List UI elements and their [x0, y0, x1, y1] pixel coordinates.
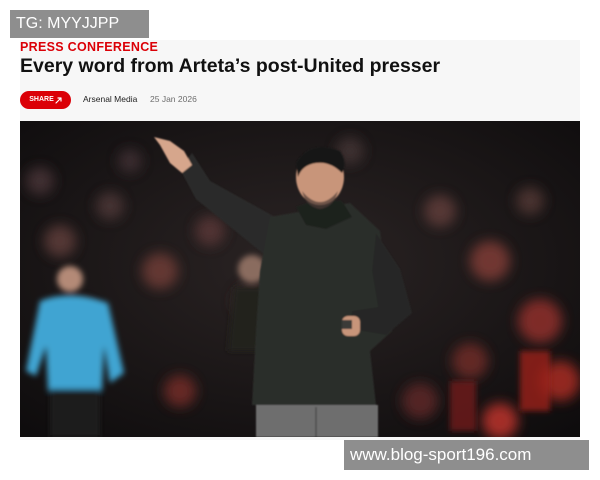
article-kicker: PRESS CONFERENCE	[20, 40, 159, 54]
article-card: PRESS CONFERENCE Every word from Arteta’…	[20, 40, 580, 440]
share-arrow-icon	[55, 97, 62, 104]
hero-photo	[20, 121, 580, 437]
watermark-bottom: www.blog-sport196.com	[344, 440, 589, 470]
watermark-top: TG: MYYJJPP	[10, 10, 149, 38]
article-publisher: Arsenal Media	[83, 94, 138, 104]
article-headline: Every word from Arteta’s post-United pre…	[20, 55, 441, 77]
share-button-label: SHARE	[29, 96, 54, 103]
article-meta: SHARE Arsenal Media 25 Jan 2026	[20, 91, 580, 109]
article-date: 25 Jan 2026	[150, 94, 197, 104]
share-button[interactable]: SHARE	[20, 91, 71, 109]
